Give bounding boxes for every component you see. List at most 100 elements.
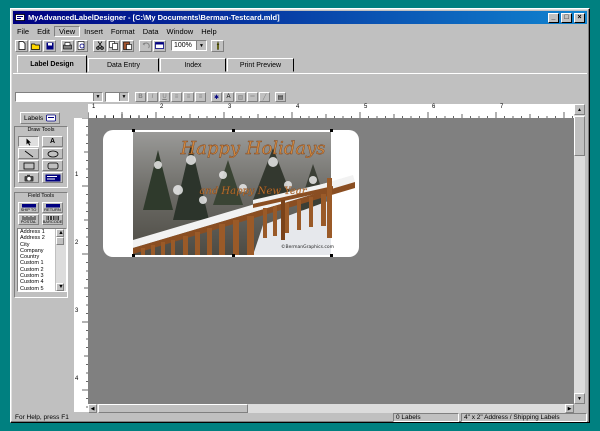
align-center-icon[interactable]: ≡	[183, 92, 194, 102]
label-card[interactable]: Happy Holidays and Happy New Year ©Berma…	[103, 130, 359, 257]
holiday-photo[interactable]: Happy Holidays and Happy New Year ©Berma…	[103, 130, 359, 257]
properties-icon[interactable]: ▤	[275, 92, 286, 102]
selection-handle[interactable]	[232, 254, 235, 257]
copy-icon[interactable]	[107, 39, 120, 52]
tab-data-entry[interactable]: Data Entry	[88, 58, 159, 72]
vertical-ruler: 1 2 3 4	[74, 118, 89, 412]
print-preview-icon[interactable]	[75, 39, 88, 52]
barcode-button[interactable]: BARCODE	[42, 214, 63, 225]
chevron-down-icon[interactable]: ▼	[196, 41, 206, 50]
menu-view[interactable]: View	[54, 25, 81, 37]
rounded-rect-tool-icon[interactable]	[42, 160, 63, 171]
close-button[interactable]: ×	[574, 12, 585, 23]
rotate-icon[interactable]: ✱	[211, 92, 222, 102]
tab-print-preview[interactable]: Print Preview	[227, 58, 294, 72]
selection-handle[interactable]	[132, 254, 135, 257]
bold-button[interactable]: B	[135, 92, 146, 102]
ellipse-tool-icon[interactable]	[42, 148, 63, 159]
database-icon[interactable]	[153, 39, 166, 52]
field-tools-title: Field Tools	[27, 193, 55, 199]
ruler-corner	[74, 104, 88, 118]
ruler-h-6: 6	[432, 104, 436, 110]
ruler-v-2: 2	[75, 240, 79, 246]
ruler-h-7: 7	[500, 104, 504, 110]
field-list-scrollbar[interactable]: ▲ ▼	[55, 229, 66, 291]
paste-icon[interactable]	[121, 39, 134, 52]
greeting-text: Happy Holidays	[179, 138, 325, 159]
draw-tools-panel: Draw Tools A	[14, 126, 68, 188]
chevron-down-icon[interactable]: ▼	[93, 93, 102, 101]
vertical-scroll-thumb[interactable]	[574, 116, 585, 156]
line-style-icon[interactable]: ═	[247, 92, 258, 102]
window-title: MyAdvancedLabelDesigner - [C:\My Documen…	[28, 13, 280, 22]
text-color-icon[interactable]: A	[223, 92, 234, 102]
menu-format[interactable]: Format	[107, 27, 139, 36]
text-tool-icon[interactable]: A	[42, 136, 63, 147]
scroll-down-icon[interactable]: ▼	[574, 393, 585, 404]
status-bar: For Help, press F1 0 Labels 4" x 2" Addr…	[13, 412, 587, 422]
font-size-select[interactable]: ▼	[105, 92, 129, 102]
save-icon[interactable]	[43, 39, 56, 52]
minimize-button[interactable]: _	[548, 12, 559, 23]
menu-edit[interactable]: Edit	[33, 27, 54, 36]
ruler-h-5: 5	[364, 104, 368, 110]
field-tools-panel: Field Tools SHIP TO RETURN POSTAL BARCOD…	[14, 192, 68, 298]
draw-tools-title: Draw Tools	[27, 127, 55, 133]
postal-button[interactable]: POSTAL	[18, 214, 39, 225]
postal-label: POSTAL	[20, 218, 37, 224]
rectangle-tool-icon[interactable]	[18, 160, 39, 171]
tab-index[interactable]: Index	[160, 58, 226, 72]
zoom-value: 100%	[174, 42, 192, 49]
selection-handle[interactable]	[330, 254, 333, 257]
new-icon[interactable]	[15, 39, 28, 52]
status-label-type: 4" x 2" Address / Shipping Labels	[461, 413, 587, 422]
align-left-icon[interactable]: ≡	[171, 92, 182, 102]
selection-handle[interactable]	[132, 129, 135, 132]
open-icon[interactable]	[29, 39, 42, 52]
ruler-h-1: 1	[92, 104, 96, 110]
align-right-icon[interactable]: ≡	[195, 92, 206, 102]
format-toolbar: ▼ ▼ B I U ≡ ≡ ≡ ✱ A ▧ ═ ╱ ▤	[13, 91, 587, 103]
line-color-icon[interactable]: ╱	[259, 92, 270, 102]
zoom-select[interactable]: 100% ▼	[171, 40, 207, 51]
fill-color-icon[interactable]: ▧	[235, 92, 246, 102]
horizontal-ruler: 1 2 3 4 5 6 7	[88, 104, 574, 119]
print-icon[interactable]	[61, 39, 74, 52]
menu-insert[interactable]: Insert	[80, 27, 107, 36]
ruler-h-3: 3	[228, 104, 232, 110]
scroll-thumb[interactable]	[56, 237, 64, 245]
cut-icon[interactable]	[93, 39, 106, 52]
ship-to-button[interactable]: SHIP TO	[18, 202, 39, 213]
labels-button[interactable]: Labels	[20, 112, 60, 124]
image-tool-icon[interactable]	[18, 172, 39, 183]
title-bar: MyAdvancedLabelDesigner - [C:\My Documen…	[13, 11, 587, 24]
address-block-icon[interactable]	[42, 172, 63, 183]
pointer-icon[interactable]	[18, 136, 39, 147]
chevron-down-icon[interactable]: ▼	[119, 93, 128, 101]
vertical-scrollbar[interactable]: ▲ ▼	[574, 104, 585, 404]
tab-index-label: Index	[184, 61, 202, 69]
menu-help[interactable]: Help	[197, 27, 220, 36]
menu-file[interactable]: File	[13, 27, 33, 36]
design-canvas[interactable]: Happy Holidays and Happy New Year ©Berma…	[88, 118, 574, 404]
return-button[interactable]: RETURN	[42, 202, 63, 213]
scroll-up-icon[interactable]: ▲	[56, 229, 64, 237]
menu-data[interactable]: Data	[139, 27, 163, 36]
greeting-text-2: and Happy New Year	[199, 186, 307, 197]
scroll-up-icon[interactable]: ▲	[574, 104, 585, 115]
ruler-h-4: 4	[296, 104, 300, 110]
line-tool-icon[interactable]	[18, 148, 39, 159]
tab-label-design[interactable]: Label Design	[17, 55, 87, 73]
field-list[interactable]: Address 1 Address 2 City Company Country…	[17, 228, 67, 292]
selection-handle[interactable]	[330, 129, 333, 132]
selection-handle[interactable]	[232, 129, 235, 132]
undo-icon[interactable]	[139, 39, 152, 52]
ruler-h-2: 2	[160, 104, 164, 110]
maximize-button[interactable]: □	[561, 12, 572, 23]
font-name-select[interactable]: ▼	[15, 92, 103, 102]
underline-button[interactable]: U	[159, 92, 170, 102]
menu-window[interactable]: Window	[163, 27, 198, 36]
help-icon[interactable]	[211, 39, 224, 52]
italic-button[interactable]: I	[147, 92, 158, 102]
scroll-down-icon[interactable]: ▼	[56, 283, 64, 291]
